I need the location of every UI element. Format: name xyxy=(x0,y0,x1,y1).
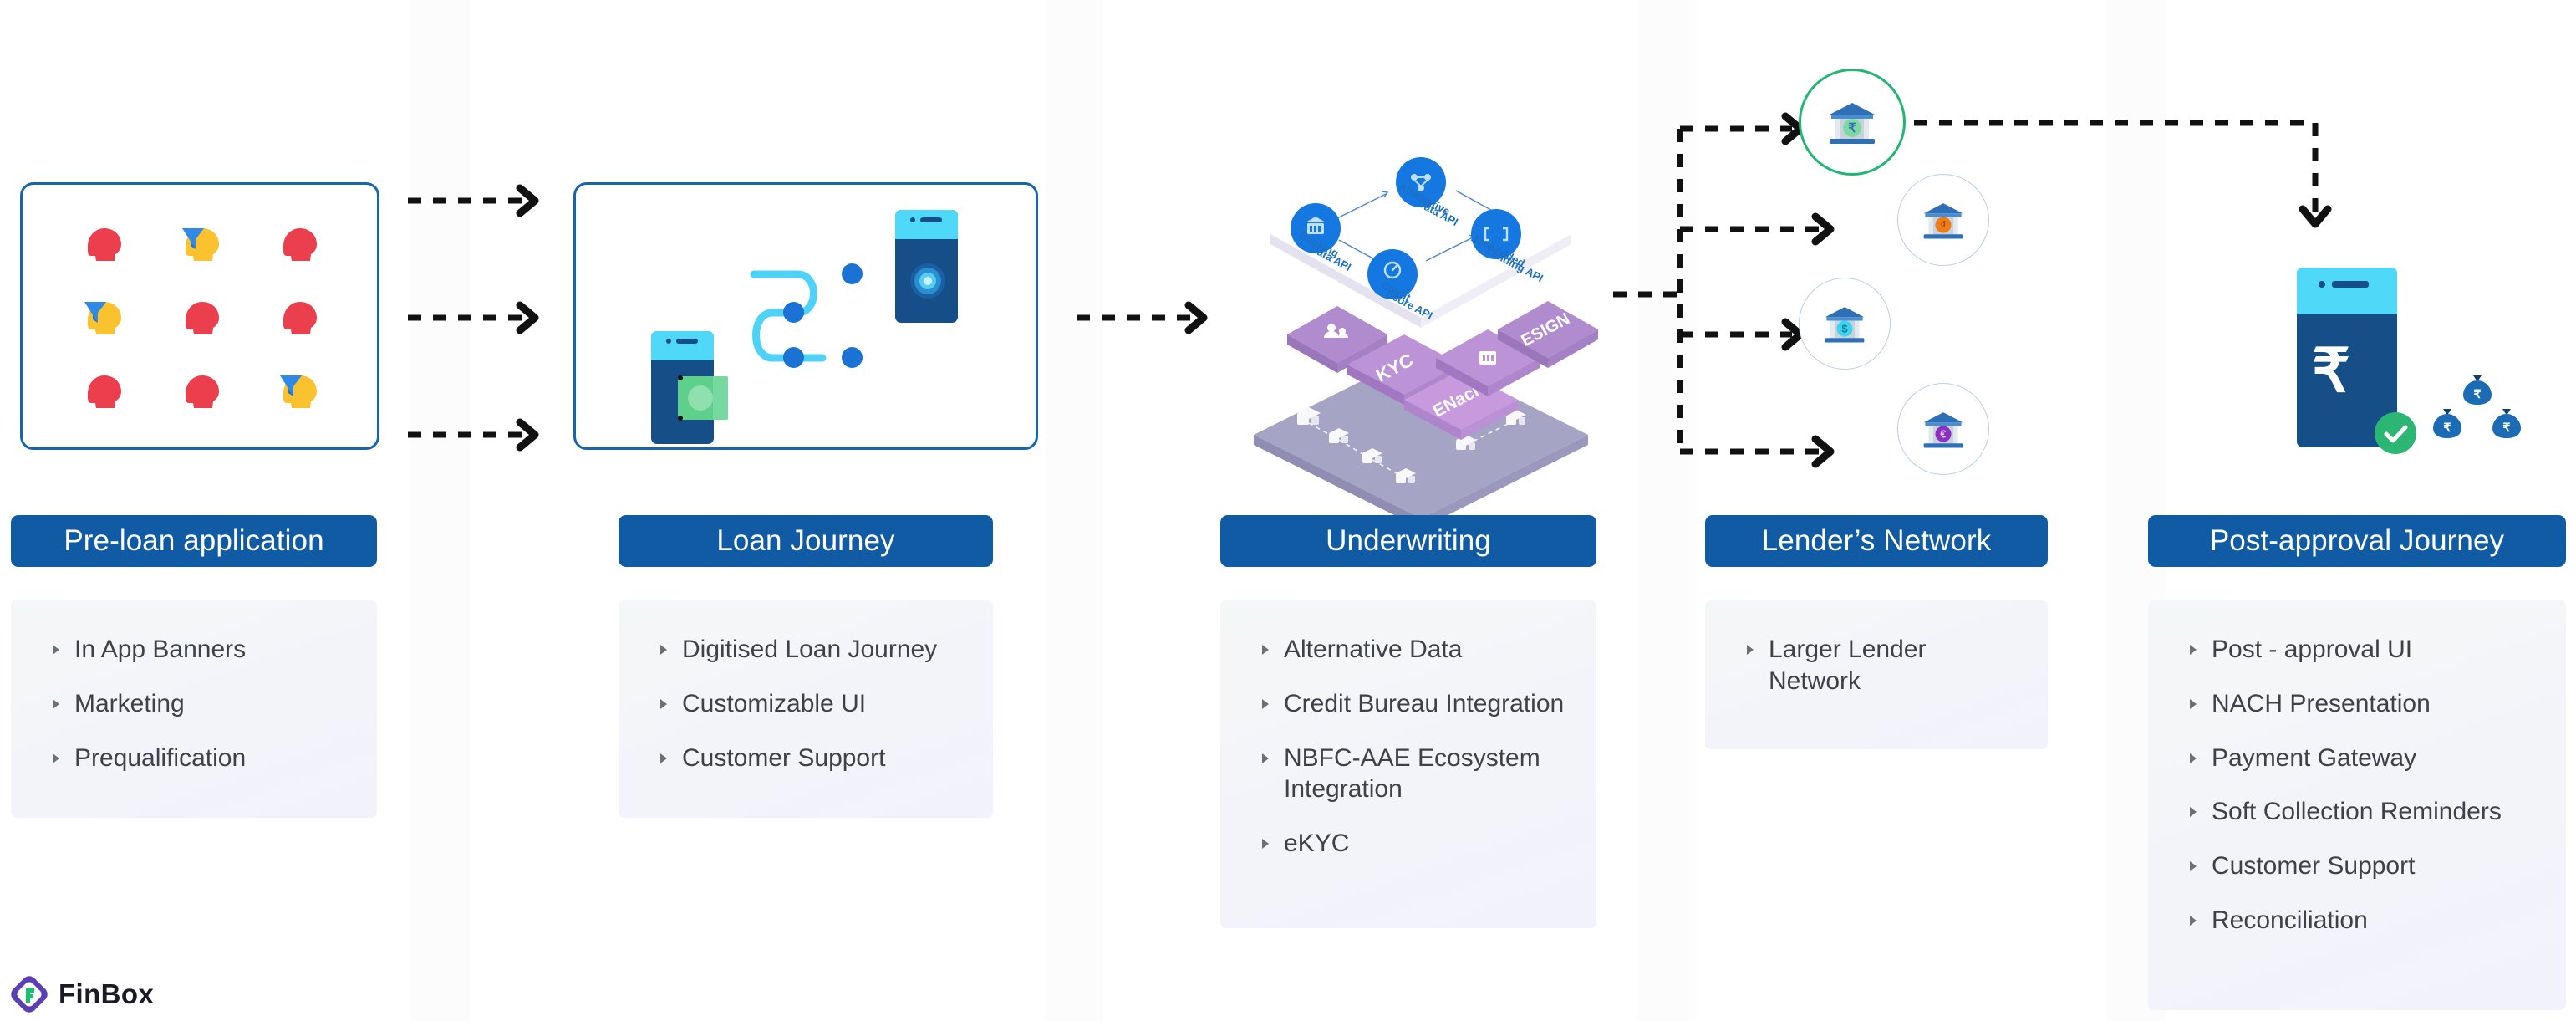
list-item: Prequalification xyxy=(49,743,349,774)
stage-title-label: Post-approval Journey xyxy=(2209,524,2505,557)
finbox-diamond-logo-icon xyxy=(11,976,48,1013)
rupee-symbol: ₹ xyxy=(2312,338,2350,405)
feature-list: Larger Lender Network xyxy=(1744,634,2019,697)
feature-panel-loan-journey: Digitised Loan Journey Customizable UI C… xyxy=(619,600,993,818)
list-item: Customer Support xyxy=(657,743,965,774)
lending-stack-diagram: Pre-loan application In App Banners Mark… xyxy=(0,0,2576,1021)
stage-title-underwriting[interactable]: Underwriting xyxy=(1220,515,1596,567)
list-item: Alternative Data xyxy=(1259,634,1568,666)
svg-text:$: $ xyxy=(1841,322,1848,334)
isometric-api-stack-illustration: KYC ENach ESIGN Banking Data API Alterna… xyxy=(1254,151,1598,528)
head-icon-red xyxy=(78,365,131,419)
money-bag-icon: ₹ xyxy=(2463,375,2492,405)
head-icon-yellow-funnel xyxy=(78,292,131,345)
list-item: eKYC xyxy=(1259,828,1568,860)
column-band-2 xyxy=(1045,0,1103,1021)
bank-icon: $ xyxy=(1825,307,1865,343)
list-item: NACH Presentation xyxy=(2187,688,2538,720)
head-icon-red xyxy=(176,292,229,345)
list-item: Post - approval UI xyxy=(2187,634,2538,666)
list-item: Credit Bureau Integration xyxy=(1259,688,1568,720)
path-node xyxy=(783,347,804,368)
bank-icon-tile xyxy=(1479,351,1496,365)
svg-text:₹: ₹ xyxy=(2474,387,2482,401)
stage-title-label: Lender’s Network xyxy=(1761,524,1992,557)
dashed-arrows-pre-to-loan xyxy=(408,184,539,452)
feature-list: Post - approval UI NACH Presentation Pay… xyxy=(2187,634,2538,937)
dashed-return-path-lender-to-post-approval xyxy=(1914,120,2332,228)
column-band-1 xyxy=(411,0,470,1021)
svg-text:₹: ₹ xyxy=(2444,421,2451,434)
head-icon-yellow-funnel xyxy=(176,218,229,272)
feature-panel-lenders-network: Larger Lender Network xyxy=(1705,600,2048,749)
stage-title-post-approval-journey[interactable]: Post-approval Journey xyxy=(2148,515,2566,567)
bank-icon: € xyxy=(1923,412,1963,448)
list-item: Marketing xyxy=(49,688,349,720)
path-node xyxy=(842,263,863,284)
head-icon-yellow-funnel xyxy=(273,365,327,419)
check-badge-icon xyxy=(2375,412,2416,454)
fingerprint-target-icon xyxy=(910,263,945,299)
svg-text:€: € xyxy=(1940,427,1946,440)
pre-loan-illustration-frame xyxy=(20,182,379,450)
finbox-logo[interactable]: FinBox xyxy=(11,976,155,1013)
disbursal-success-illustration: ₹ ₹ ₹ ₹ xyxy=(2257,268,2524,460)
dashed-arrow-loan-to-underwriting xyxy=(1077,301,1208,334)
head-icon-red xyxy=(273,218,327,272)
list-item: Payment Gateway xyxy=(2187,743,2538,774)
loan-journey-illustration-frame xyxy=(573,182,1038,450)
path-node xyxy=(842,347,863,368)
svg-text:₹: ₹ xyxy=(1848,121,1856,135)
list-item: In App Banners xyxy=(49,634,349,666)
list-item: Reconciliation xyxy=(2187,905,2538,937)
bank-circle-inr-selected[interactable]: ₹ xyxy=(1799,69,1906,176)
stage-title-label: Pre-loan application xyxy=(64,524,324,557)
bank-icon: ₹ xyxy=(1830,103,1875,144)
bank-circle-usd[interactable]: $ xyxy=(1799,278,1891,370)
list-item: Larger Lender Network xyxy=(1744,634,2019,697)
stage-title-loan-journey[interactable]: Loan Journey xyxy=(619,515,993,567)
list-item: Digitised Loan Journey xyxy=(657,634,965,666)
feature-panel-post-approval-journey: Post - approval UI NACH Presentation Pay… xyxy=(2148,600,2566,1010)
stage-title-label: Loan Journey xyxy=(716,524,895,557)
top-layer-api-plate: Banking Data API Alternative Data API Em… xyxy=(1270,151,1571,328)
feature-list: Digitised Loan Journey Customizable UI C… xyxy=(657,634,965,773)
feature-list: In App Banners Marketing Prequalificatio… xyxy=(49,634,349,773)
feature-panel-underwriting: Alternative Data Credit Bureau Integrati… xyxy=(1220,600,1596,928)
list-item: NBFC-AAE Ecosystem Integration xyxy=(1259,743,1568,806)
path-node xyxy=(783,302,804,323)
list-item: Customer Support xyxy=(2187,850,2538,882)
bank-circle-eur[interactable]: € xyxy=(1897,383,1989,475)
money-card-icon xyxy=(678,375,728,421)
stage-title-pre-loan-application[interactable]: Pre-loan application xyxy=(11,515,377,567)
money-bag-icon: ₹ xyxy=(2492,409,2521,438)
head-icon-red xyxy=(176,365,229,419)
list-item: Soft Collection Reminders xyxy=(2187,796,2538,828)
feature-panel-pre-loan-application: In App Banners Marketing Prequalificatio… xyxy=(11,600,377,818)
feature-list: Alternative Data Credit Bureau Integrati… xyxy=(1259,634,1568,860)
money-bag-icon: ₹ xyxy=(2433,409,2461,438)
stage-title-lenders-network[interactable]: Lender’s Network xyxy=(1705,515,2048,567)
finbox-logo-text: FinBox xyxy=(59,978,155,1009)
customer-segmentation-heads-illustration xyxy=(56,208,349,429)
head-icon-red xyxy=(273,292,327,345)
stage-title-label: Underwriting xyxy=(1326,524,1491,557)
head-icon-red xyxy=(78,218,131,272)
list-item: Customizable UI xyxy=(657,688,965,720)
svg-text:₹: ₹ xyxy=(2503,421,2511,434)
